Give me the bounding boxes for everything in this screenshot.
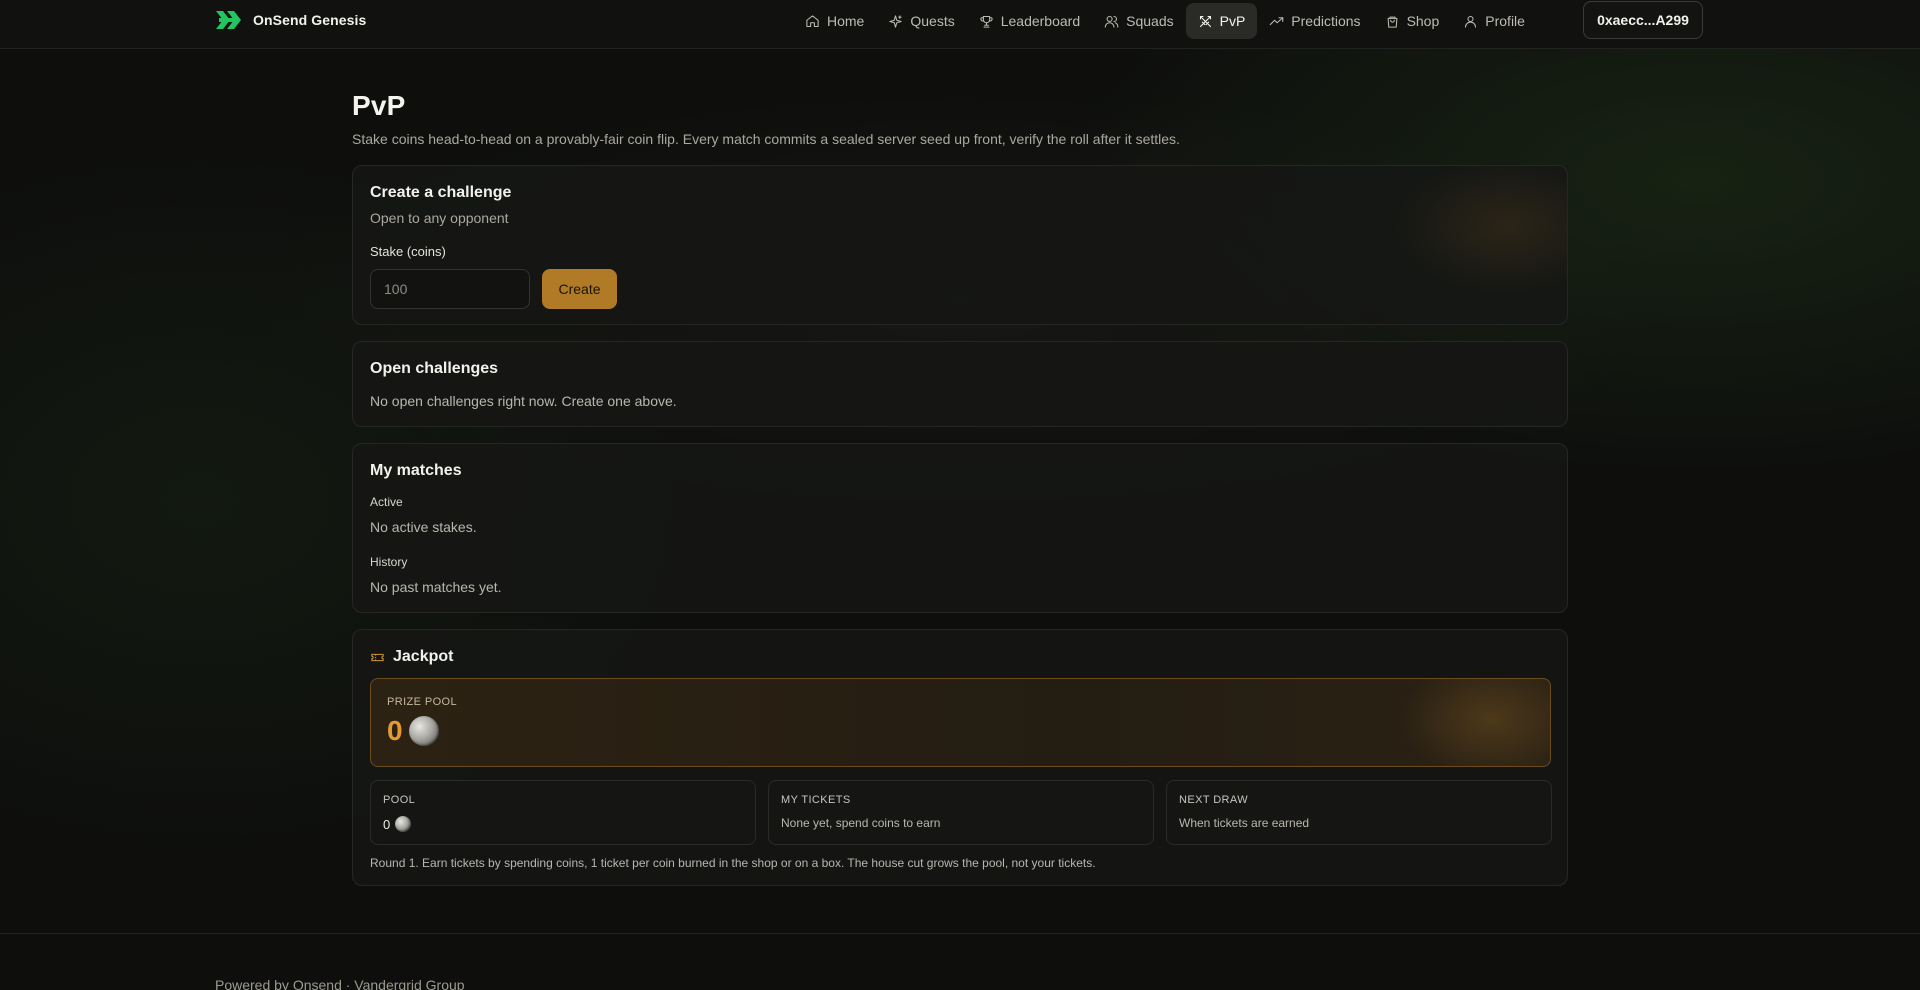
create-challenge-card: Create a challenge Open to any opponent … [352, 165, 1568, 325]
my-matches-card: My matches Active No active stakes. Hist… [352, 443, 1568, 613]
trending-up-icon [1270, 16, 1284, 25]
prize-pool-box: PRIZE POOL 0 [370, 678, 1551, 767]
stat-next-draw: NEXT DRAW When tickets are earned [1166, 780, 1552, 845]
nav-item-label: Quests [910, 13, 955, 29]
open-challenges-title: Open challenges [370, 360, 499, 377]
stat-label: NEXT DRAW [1179, 794, 1248, 806]
nav-item-quests[interactable]: Quests [876, 3, 966, 39]
ticket-icon [371, 653, 384, 661]
active-empty: No active stakes. [370, 519, 477, 535]
my-matches-title: My matches [370, 462, 462, 479]
create-challenge-subtitle: Open to any opponent [370, 210, 509, 226]
nav-item-label: PvP [1219, 13, 1246, 29]
jackpot-title: Jackpot [393, 648, 454, 665]
history-empty: No past matches yet. [370, 579, 502, 595]
nav-item-label: Profile [1485, 13, 1525, 29]
trophy-icon [980, 15, 993, 28]
nav-item-label: Predictions [1291, 13, 1361, 29]
jackpot-header: Jackpot [370, 648, 453, 666]
stat-label: MY TICKETS [781, 794, 851, 806]
open-challenges-card: Open challenges No open challenges right… [352, 341, 1568, 427]
footer-divider [0, 933, 1920, 934]
shopping-bag-icon [1387, 16, 1397, 28]
nav-item-predictions[interactable]: Predictions [1257, 3, 1372, 39]
home-icon [806, 14, 819, 27]
page-title: PvP [352, 90, 406, 121]
top-navigation-bar: OnSend Genesis Home Quests Leaderboard S… [0, 0, 1920, 49]
stat-value: 0 [383, 816, 391, 832]
prize-pool-label: PRIZE POOL [387, 696, 458, 708]
sparkles-icon [889, 14, 903, 28]
brand-name: OnSend Genesis [253, 12, 367, 28]
stat-value: None yet, spend coins to earn [781, 816, 941, 830]
footer-text: Powered by Onsend · Vandergrid Group [215, 977, 465, 990]
swords-icon [1199, 15, 1211, 27]
nav-item-squads[interactable]: Squads [1092, 3, 1185, 39]
stat-value: When tickets are earned [1179, 816, 1310, 830]
stake-label: Stake (coins) [370, 244, 446, 259]
prize-pool-value: 0 [387, 715, 403, 746]
open-challenges-empty: No open challenges right now. Create one… [370, 393, 677, 409]
wallet-address-button[interactable]: 0xaecc...A299 [1583, 1, 1703, 39]
nav-item-pvp[interactable]: PvP [1185, 3, 1258, 39]
users-icon [1104, 15, 1119, 28]
active-label: Active [370, 495, 403, 509]
nav-item-label: Leaderboard [1000, 13, 1081, 29]
main-nav: Home Quests Leaderboard Squads PvP Predi… [793, 3, 1537, 39]
jackpot-card: Jackpot PRIZE POOL 0 POOL 0 MY TICKETS N… [352, 629, 1568, 886]
brand[interactable]: OnSend Genesis [215, 9, 366, 31]
stat-my-tickets: MY TICKETS None yet, spend coins to earn [768, 780, 1154, 845]
page-description: Stake coins head-to-head on a provably-f… [352, 131, 1180, 147]
nav-item-home[interactable]: Home [793, 3, 876, 39]
stake-input[interactable] [370, 269, 530, 309]
nav-item-label: Shop [1406, 13, 1440, 29]
nav-item-label: Home [827, 13, 865, 29]
create-button[interactable]: Create [542, 269, 617, 309]
user-icon [1465, 15, 1477, 28]
stat-label: POOL [383, 794, 416, 806]
card-glow [1307, 166, 1567, 324]
nav-item-shop[interactable]: Shop [1373, 3, 1452, 39]
stat-pool: POOL 0 [370, 780, 756, 845]
jackpot-footnote: Round 1. Earn tickets by spending coins,… [370, 856, 1096, 870]
nav-item-leaderboard[interactable]: Leaderboard [967, 3, 1092, 39]
create-challenge-title: Create a challenge [370, 184, 512, 201]
onsend-logo-icon [216, 11, 241, 29]
coin-icon [408, 716, 439, 746]
stat-value-row: 0 [383, 816, 412, 832]
nav-item-label: Squads [1126, 13, 1174, 29]
coin-icon [395, 816, 412, 832]
history-label: History [370, 555, 408, 569]
nav-item-profile[interactable]: Profile [1451, 3, 1537, 39]
prize-pool-value-row: 0 [387, 715, 439, 747]
